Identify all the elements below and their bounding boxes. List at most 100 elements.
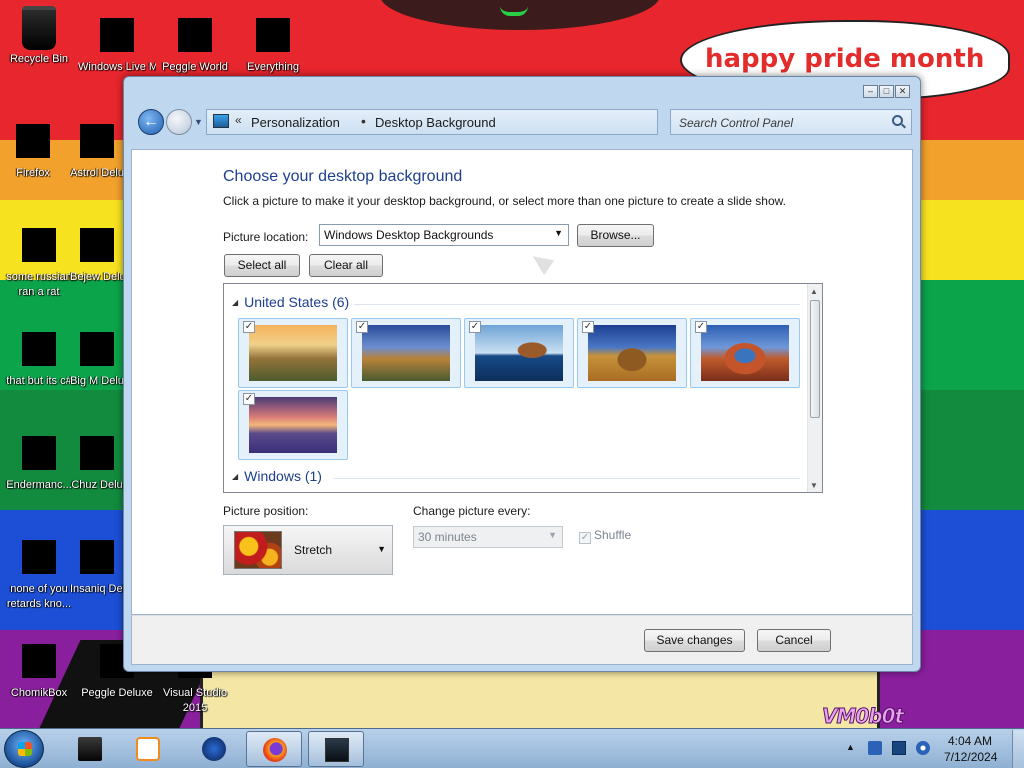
desktop-icon-label: Everything [247, 61, 299, 73]
clock-date[interactable]: 7/12/2024 [944, 750, 997, 764]
desktop-icon-chomikbox[interactable]: ChomikBox [0, 644, 78, 701]
wallpaper-tile-2[interactable]: ✓ [351, 318, 461, 388]
dialog-footer: Save changes Cancel [131, 615, 913, 665]
breadcrumb-separator: • [361, 113, 366, 129]
page-description: Click a picture to make it your desktop … [223, 194, 786, 208]
clock-time[interactable]: 4:04 AM [948, 734, 992, 748]
desktop-icon-label: Chuz Delu [71, 479, 123, 491]
windows-live-mail-icon [100, 18, 134, 52]
address-bar[interactable]: « Personalization • Desktop Background ▼… [206, 109, 708, 135]
desktop-icon-recycle-bin[interactable]: Recycle Bin [0, 6, 78, 67]
globe-icon [202, 737, 226, 761]
page-title: Choose your desktop background [223, 168, 463, 185]
back-button[interactable]: ← [138, 109, 164, 135]
wallpaper-thumbnail [249, 397, 337, 453]
change-picture-select[interactable]: 30 minutes ▼ [413, 526, 563, 548]
close-button[interactable]: ✕ [895, 85, 910, 98]
chevron-down-icon: ▼ [554, 228, 563, 238]
file-icon [22, 228, 56, 262]
navigation-bar: ← ▼ « Personalization • Desktop Backgrou… [134, 103, 912, 143]
tile-checkbox[interactable]: ✓ [243, 321, 255, 333]
taskbar-item-explorer[interactable] [62, 731, 118, 767]
wallpaper-tile-1[interactable]: ✓ [238, 318, 348, 388]
select-all-button[interactable]: Select all [224, 254, 300, 277]
desktop-icon-endermanch[interactable]: Endermanc... [0, 436, 78, 493]
desktop-icon-big-money[interactable]: Big M Delu [70, 332, 124, 389]
scroll-thumb[interactable] [810, 300, 820, 418]
collapse-triangle-icon: ◢ [232, 298, 239, 307]
taskbar-item-firefox[interactable] [246, 731, 302, 767]
game-icon [80, 540, 114, 574]
wallpaper-tile-5[interactable]: ✓ [690, 318, 800, 388]
explorer-icon [78, 737, 102, 761]
search-icon[interactable] [892, 115, 903, 126]
chrome-icon [22, 540, 56, 574]
group-header-united-states[interactable]: ◢ United States (6) [232, 294, 349, 310]
desktop-icon-russian-rat[interactable]: some russian ran a rat [0, 228, 78, 300]
browse-button[interactable]: Browse... [577, 224, 654, 247]
speech-bubble-text: happy pride month [705, 44, 985, 74]
tile-checkbox[interactable]: ✓ [356, 321, 368, 333]
tray-app-icon[interactable] [868, 741, 882, 755]
control-panel-icon [325, 738, 349, 762]
save-changes-button[interactable]: Save changes [644, 629, 745, 652]
wallpaper-tile-6[interactable]: ✓ [238, 390, 348, 460]
game-icon [80, 228, 114, 262]
picture-location-select[interactable]: Windows Desktop Backgrounds ▼ [319, 224, 569, 246]
taskbar-item-game[interactable] [186, 731, 242, 767]
search-input[interactable]: Search Control Panel [670, 109, 912, 135]
wallpaper-tile-3[interactable]: ✓ [464, 318, 574, 388]
cancel-button[interactable]: Cancel [757, 629, 831, 652]
tile-checkbox[interactable]: ✓ [243, 393, 255, 405]
desktop-icon-everything[interactable]: Everything [234, 18, 312, 75]
tile-checkbox[interactable]: ✓ [695, 321, 707, 333]
vertical-scrollbar[interactable]: ▲ ▼ [807, 284, 822, 492]
recent-pages-dropdown[interactable]: ▼ [194, 117, 203, 127]
clear-all-button[interactable]: Clear all [309, 254, 383, 277]
wallpaper-tile-4[interactable]: ✓ [577, 318, 687, 388]
volume-icon[interactable] [916, 741, 930, 755]
scroll-up-arrow-icon[interactable]: ▲ [810, 287, 818, 296]
taskbar-item-media-player[interactable] [120, 731, 176, 767]
start-button[interactable] [4, 730, 44, 768]
taskbar: ▲ 4:04 AM 7/12/2024 [0, 728, 1024, 768]
scroll-down-arrow-icon[interactable]: ▼ [810, 481, 818, 490]
checkbox-icon: ✓ [579, 532, 591, 544]
tile-checkbox[interactable]: ✓ [469, 321, 481, 333]
desktop-icon-label: Visual Studio 2015 [162, 687, 227, 714]
search-placeholder: Search Control Panel [679, 116, 794, 130]
wallpaper-thumbnail [249, 325, 337, 381]
desktop-icon-firefox[interactable]: Firefox [0, 124, 72, 181]
minimize-button[interactable]: – [863, 85, 878, 98]
desktop-icon-label: Insaniq Delu [70, 583, 124, 595]
breadcrumb-personalization[interactable]: Personalization [251, 115, 340, 130]
desktop-icon-bejeweled[interactable]: Bejew Delu [70, 228, 124, 285]
app-icon [22, 436, 56, 470]
picture-position-select[interactable]: Stretch ▼ [223, 525, 393, 575]
desktop-icon-label: Astrol Delu [70, 167, 124, 179]
desktop-icon-insaniquarium[interactable]: Insaniq Delu [70, 540, 124, 597]
watermark-text: VM0b0t [821, 704, 904, 729]
tile-checkbox[interactable]: ✓ [582, 321, 594, 333]
group-header-windows[interactable]: ◢ Windows (1) [232, 468, 322, 484]
taskbar-item-control-panel[interactable] [308, 731, 364, 767]
network-icon[interactable] [892, 741, 906, 755]
forward-button[interactable] [166, 109, 192, 135]
maximize-button[interactable]: □ [879, 85, 894, 98]
desktop-icon-peggle-world[interactable]: Peggle World [156, 18, 234, 75]
show-hidden-icons-arrow-icon[interactable]: ▲ [846, 742, 855, 752]
system-tray: ▲ 4:04 AM 7/12/2024 [840, 730, 1024, 768]
picture-position-label: Picture position: [223, 504, 309, 518]
breadcrumb-overflow[interactable]: « [235, 113, 242, 127]
caption-buttons: – □ ✕ [863, 85, 910, 98]
shuffle-checkbox[interactable]: ✓ Shuffle [579, 528, 631, 544]
desktop-icon-none-of-you[interactable]: none of you retards kno... [0, 540, 78, 612]
desktop-icon-csharp[interactable]: that but its c# [0, 332, 78, 389]
desktop-icon-chuzzle[interactable]: Chuz Delu [70, 436, 124, 493]
show-desktop-button[interactable] [1012, 730, 1024, 768]
desktop-icon-windows-live-mail[interactable]: Windows Live Mai [78, 18, 156, 75]
picture-list[interactable]: ◢ United States (6) ✓ ✓ ✓ ✓ ✓ ✓ ◢ Window… [223, 283, 823, 493]
desktop-icon-label: Recycle Bin [9, 53, 69, 65]
desktop-icon-astrol[interactable]: Astrol Delu [70, 124, 124, 181]
breadcrumb-desktop-background[interactable]: Desktop Background [375, 115, 496, 130]
